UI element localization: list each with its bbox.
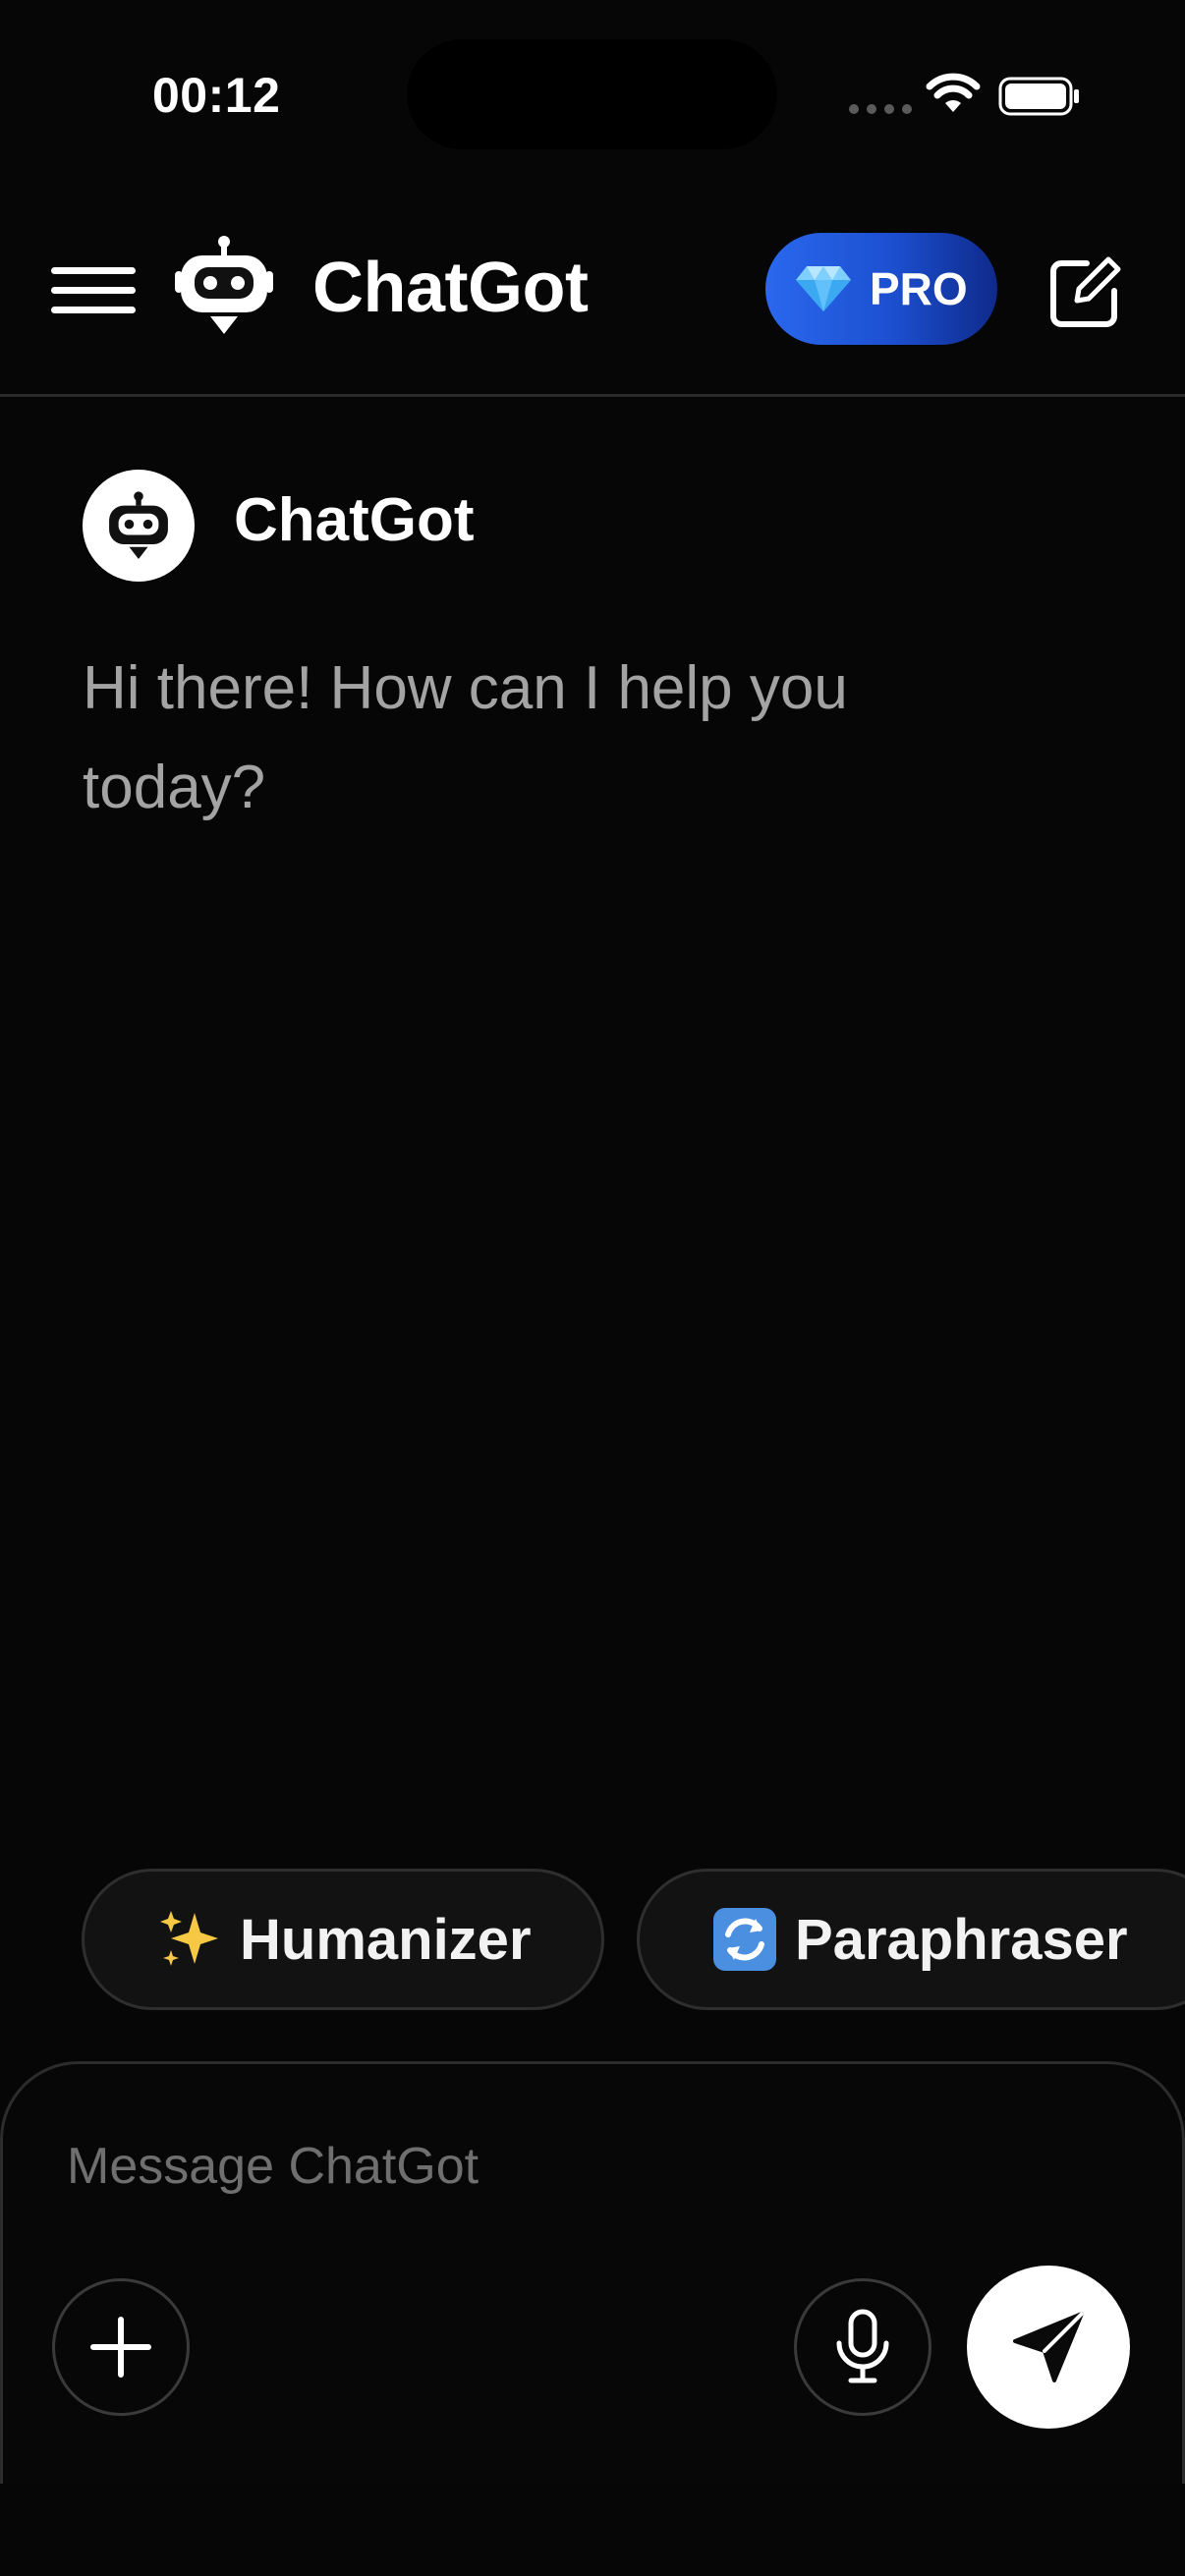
composer-panel <box>0 2061 1185 2484</box>
refresh-icon <box>713 1908 776 1971</box>
app-screen: 00:12 ChatGot PRO ChatGot Hi there! How … <box>0 0 1185 2576</box>
header-divider <box>0 394 1185 397</box>
dynamic-island <box>407 39 777 149</box>
compose-icon[interactable] <box>1047 255 1122 330</box>
paraphraser-label: Paraphraser <box>795 1907 1128 1972</box>
microphone-icon <box>836 2309 889 2383</box>
send-button[interactable] <box>967 2266 1130 2429</box>
humanizer-chip[interactable]: Humanizer <box>82 1869 604 2010</box>
paraphraser-chip[interactable]: Paraphraser <box>637 1869 1185 2010</box>
message-input[interactable] <box>67 2132 951 2201</box>
hamburger-menu-icon <box>51 267 136 274</box>
battery-icon <box>998 77 1079 116</box>
microphone-button[interactable] <box>794 2278 931 2416</box>
robot-icon <box>109 491 168 559</box>
app-title: ChatGot <box>312 249 589 327</box>
humanizer-label: Humanizer <box>240 1907 532 1972</box>
menu-button[interactable] <box>51 263 136 316</box>
status-time: 00:12 <box>152 68 281 123</box>
bot-message-text: Hi there! How can I help you today? <box>83 654 848 821</box>
send-icon <box>1013 2312 1084 2382</box>
diamond-icon <box>796 266 851 311</box>
wifi-icon <box>926 73 981 112</box>
attach-button[interactable] <box>52 2278 190 2416</box>
sparkles-icon <box>160 1911 218 1966</box>
bot-avatar <box>83 470 195 582</box>
cellular-signal-icon <box>849 104 912 114</box>
pro-upgrade-button[interactable]: PRO <box>765 233 997 345</box>
pro-label: PRO <box>870 263 968 314</box>
robot-icon <box>175 236 273 334</box>
bot-name: ChatGot <box>234 486 475 554</box>
plus-icon <box>90 2317 151 2378</box>
